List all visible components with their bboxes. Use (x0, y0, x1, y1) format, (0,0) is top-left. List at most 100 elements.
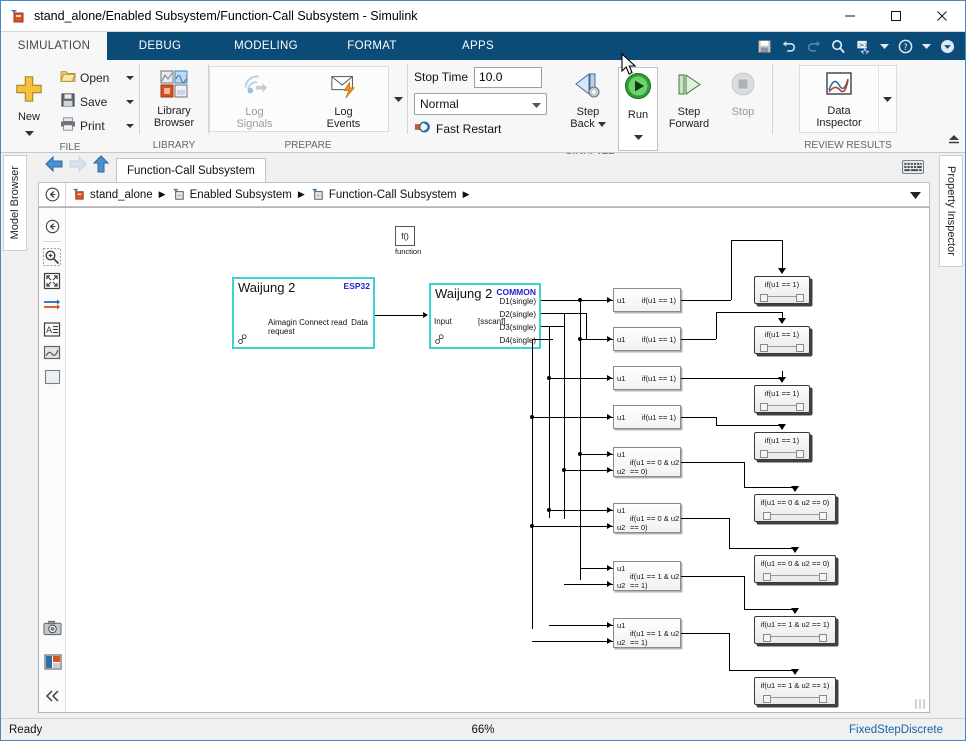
step-back-button[interactable]: Step Back (560, 67, 616, 130)
resize-grip[interactable] (915, 698, 927, 710)
zoom-in-icon[interactable] (41, 245, 63, 269)
redo-icon[interactable] (806, 39, 822, 54)
arrow-if1-in (607, 296, 612, 303)
undo-icon[interactable] (781, 39, 797, 54)
breadcrumb-item-function-call-subsystem[interactable]: Function-Call Subsystem (311, 188, 457, 201)
fit-to-view-icon[interactable] (41, 269, 63, 293)
action-subsystem-7[interactable]: if(u1 == 1 & u2 == 1) (754, 616, 836, 644)
action-subsystem-1[interactable]: if(u1 == 1) (754, 276, 810, 304)
if-block-1[interactable]: u1 if(u1 == 1) (613, 288, 681, 312)
wire-if4-in (532, 417, 613, 418)
search-icon[interactable] (831, 39, 846, 54)
close-button[interactable] (919, 1, 965, 32)
action-subsystem-3[interactable]: if(u1 == 1) (754, 385, 810, 413)
if-block-4[interactable]: u1 if(u1 == 1) (613, 405, 681, 429)
camera-icon[interactable] (42, 616, 64, 640)
tab-modeling[interactable]: MODELING (213, 32, 319, 60)
wire-sub1-drop (782, 240, 783, 269)
open-button[interactable]: Open (57, 66, 137, 90)
new-button[interactable]: New (6, 70, 52, 141)
library-browser-button[interactable]: Library Browser (143, 66, 205, 129)
arrow-sub6 (791, 547, 799, 553)
wire-sub6-top-h (729, 548, 795, 549)
save-button[interactable]: Save (57, 90, 137, 114)
tab-simulation[interactable]: SIMULATION (1, 32, 107, 60)
collapse-ribbon-icon[interactable] (940, 39, 955, 54)
model-canvas[interactable]: A f() function Waijung 2 ESP32 Aimagin C… (38, 207, 930, 713)
save-icon[interactable] (757, 39, 772, 54)
if-block-8[interactable]: u1 u2 if(u1 == 1 & u2 == 1) (613, 618, 681, 648)
if-block-2[interactable]: u1 if(u1 == 1) (613, 327, 681, 351)
action-subsystem-8[interactable]: if(u1 == 1 & u2 == 1) (754, 677, 836, 705)
action-subsystem-8-label: if(u1 == 1 & u2 == 1) (760, 681, 830, 690)
ribbon-expand-icon[interactable] (947, 131, 961, 150)
help-caret-icon[interactable] (922, 43, 931, 49)
annotation-icon[interactable]: A (41, 317, 63, 341)
navigate-up-icon[interactable] (41, 214, 63, 238)
open-caret-icon[interactable] (126, 76, 134, 80)
if-block-6[interactable]: u1 u2 if(u1 == 0 & u2 == 0) (613, 503, 681, 533)
status-bar: Ready 66% FixedStepDiscrete (1, 718, 965, 740)
breadcrumb-back-icon[interactable] (39, 187, 65, 202)
breadcrumb-separator-icon: ▶ (158, 189, 166, 199)
tab-apps[interactable]: APPS (425, 32, 531, 60)
breadcrumb-item-stand-alone[interactable]: stand_alone (72, 188, 153, 201)
shortcuts-icon[interactable]: >> (855, 39, 871, 54)
arrow-if5-u2 (607, 466, 612, 473)
forward-arrow-icon[interactable] (68, 155, 88, 178)
tab-format[interactable]: FORMAT (319, 32, 425, 60)
status-zoom-level: 66% (471, 723, 495, 736)
maximize-button[interactable] (873, 1, 919, 32)
arrow-sub1 (778, 268, 786, 274)
breadcrumb-dropdown-icon[interactable] (910, 186, 929, 204)
function-trigger-block[interactable]: f() function (395, 226, 421, 256)
print-label: Print (80, 119, 105, 133)
block-diagram[interactable]: f() function Waijung 2 ESP32 Aimagin Con… (66, 208, 928, 712)
run-caret-icon[interactable] (633, 127, 643, 145)
data-inspector-button[interactable]: Data Inspector (800, 66, 878, 132)
shortcuts-caret-icon[interactable] (880, 43, 889, 49)
if-block-7[interactable]: u1 u2 if(u1 == 1 & u2 == 1) (613, 561, 681, 591)
document-tab[interactable]: Function-Call Subsystem (116, 158, 266, 182)
back-arrow-icon[interactable] (44, 155, 64, 178)
log-signals-button[interactable]: Log Signals (220, 67, 290, 131)
wire-if7-out-h (681, 576, 744, 577)
sscanf-parser-block[interactable]: Waijung 2 COMMON Input [sscanf] D1(singl… (429, 283, 541, 349)
keyboard-shortcut-button[interactable] (902, 160, 930, 182)
if-block-3-condition: if(u1 == 1) (641, 374, 676, 383)
step-forward-button[interactable]: Step Forward (660, 67, 718, 130)
print-caret-icon[interactable] (126, 124, 134, 128)
ribbon-group-review-results: Data Inspector REVIEW RESULTS (773, 60, 923, 153)
fast-restart-button[interactable]: Fast Restart (414, 118, 560, 140)
minimize-button[interactable] (827, 1, 873, 32)
breadcrumb-item-enabled-subsystem[interactable]: Enabled Subsystem (172, 188, 292, 201)
log-events-button[interactable]: Log Events (309, 67, 379, 131)
up-arrow-icon[interactable] (92, 155, 110, 178)
stop-button[interactable]: Stop (720, 67, 766, 118)
data-inspector-caret-icon[interactable] (878, 66, 896, 132)
stop-time-input[interactable] (474, 66, 543, 88)
signal-lines-icon[interactable] (41, 293, 63, 317)
area-icon[interactable] (41, 365, 63, 389)
property-inspector-panel-tab[interactable]: Property Inspector (939, 155, 963, 267)
simulation-mode-dropdown[interactable]: Normal (414, 92, 547, 115)
collapse-icon[interactable] (42, 684, 64, 708)
run-button[interactable]: Run (618, 67, 658, 151)
tab-debug[interactable]: DEBUG (107, 32, 213, 60)
help-icon[interactable]: ? (898, 39, 913, 54)
if-block-5[interactable]: u1 u2 if(u1 == 0 & u2 == 0) (613, 447, 681, 477)
model-browser-panel-tab[interactable]: Model Browser (3, 155, 27, 251)
image-icon[interactable] (41, 341, 63, 365)
action-subsystem-2[interactable]: if(u1 == 1) (754, 326, 810, 354)
action-subsystem-5[interactable]: if(u1 == 0 & u2 == 0) (754, 494, 836, 522)
arrow-sub5 (791, 486, 799, 492)
print-button[interactable]: Print (57, 114, 137, 138)
aimagin-connect-read-request-block[interactable]: Waijung 2 ESP32 Aimagin Connect read req… (232, 277, 375, 349)
prepare-overflow-button[interactable] (389, 66, 407, 132)
layout-icon[interactable] (42, 650, 64, 674)
action-subsystem-6[interactable]: if(u1 == 0 & u2 == 0) (754, 555, 836, 583)
action-subsystem-4[interactable]: if(u1 == 1) (754, 432, 810, 460)
if-block-3[interactable]: u1 if(u1 == 1) (613, 366, 681, 390)
new-caret-icon[interactable] (24, 123, 34, 141)
save-caret-icon[interactable] (126, 100, 134, 104)
